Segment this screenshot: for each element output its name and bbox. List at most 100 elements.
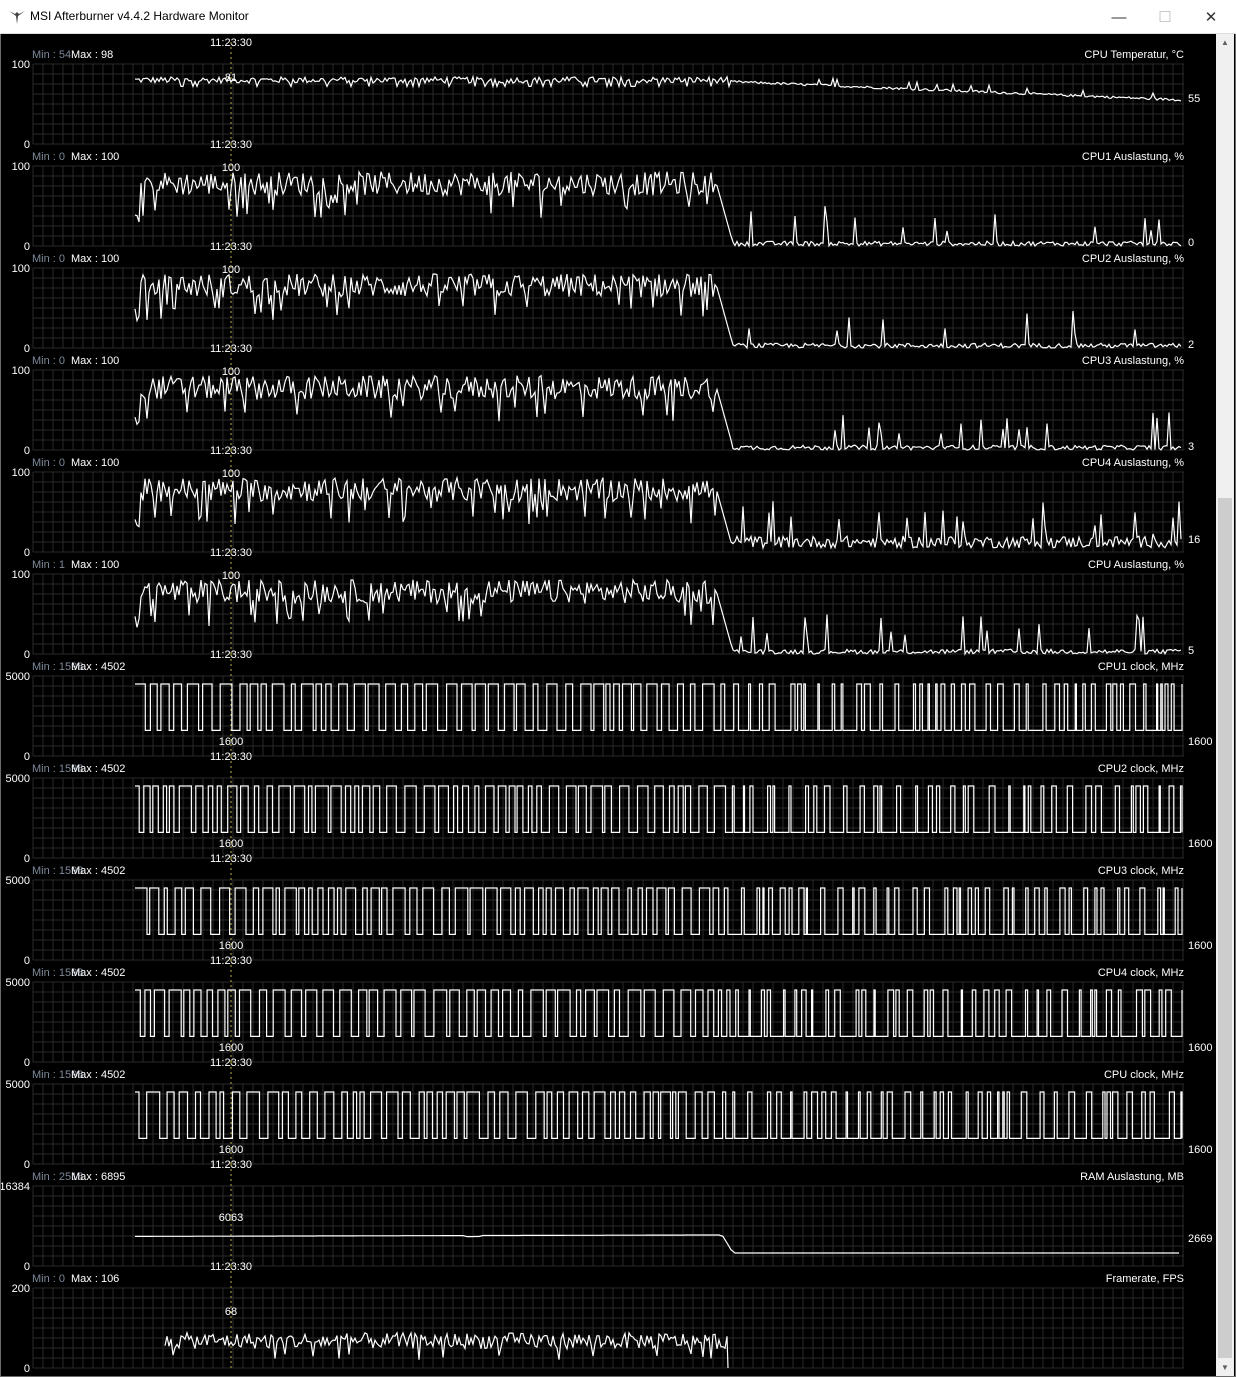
scale-bottom-label: 0 <box>24 1261 30 1273</box>
time-label: 11:23:30 <box>210 37 252 49</box>
current-value-label: 0 <box>1188 237 1194 249</box>
scale-top-label: 100 <box>12 161 30 173</box>
time-label: 11:23:30 <box>210 547 252 559</box>
graph-cpu3-usage <box>32 348 1184 452</box>
scale-bottom-label: 0 <box>24 649 30 661</box>
arrow-down-icon: ▼ <box>1221 1363 1229 1372</box>
maximize-button[interactable]: ☐ <box>1142 0 1188 34</box>
current-value-label: 1600 <box>1188 736 1212 748</box>
graph-grid <box>32 675 1184 757</box>
scale-top-label: 100 <box>12 569 30 581</box>
scale-bottom-label: 0 <box>24 139 30 151</box>
scroll-up-button[interactable]: ▲ <box>1216 34 1234 51</box>
time-label: 11:23:30 <box>210 649 252 661</box>
graph-title: CPU Temperatur, °C <box>1084 49 1184 61</box>
min-value-label: Min : 54 <box>32 49 71 61</box>
min-value-label: Min : 1 <box>32 559 65 571</box>
graph-grid <box>32 1287 1184 1369</box>
cursor-value-label: 68 <box>225 1306 237 1318</box>
scale-top-label: 100 <box>12 365 30 377</box>
current-value-label: 55 <box>1188 93 1200 105</box>
scale-top-label: 100 <box>12 59 30 71</box>
series-line-cpu2-clock <box>135 785 1183 833</box>
max-value-label: Max : 4502 <box>71 763 125 775</box>
current-value-label: 1600 <box>1188 1144 1212 1156</box>
close-button[interactable]: ✕ <box>1188 0 1234 34</box>
graph-cpu-clock <box>32 1062 1184 1165</box>
graph-title: Framerate, FPS <box>1106 1273 1184 1285</box>
cursor-value-label: 1600 <box>219 838 243 850</box>
max-value-label: Max : 100 <box>71 457 119 469</box>
graph-title: CPU4 Auslastung, % <box>1082 457 1184 469</box>
max-value-label: Max : 4502 <box>71 967 125 979</box>
time-label: 11:23:30 <box>210 1057 252 1069</box>
cursor-value-label: 100 <box>222 162 240 174</box>
graph-title: CPU3 Auslastung, % <box>1082 355 1184 367</box>
graph-title: CPU1 clock, MHz <box>1098 661 1184 673</box>
cursor-value-label: 100 <box>222 468 240 480</box>
scale-bottom-label: 0 <box>24 751 30 763</box>
current-value-label: 1600 <box>1188 1042 1212 1054</box>
cursor-value-label: 81 <box>225 72 237 84</box>
current-value-label: 1600 <box>1188 940 1212 952</box>
graph-grid <box>32 777 1184 859</box>
cursor-value-label: 6063 <box>219 1212 243 1224</box>
cursor-value-label: 1600 <box>219 940 243 952</box>
graph-title: CPU Auslastung, % <box>1088 559 1184 571</box>
graph-cpu-temp <box>32 42 1184 145</box>
graph-ram-usage <box>32 1164 1184 1267</box>
title-bar: MSI Afterburner v4.4.2 Hardware Monitor … <box>0 0 1236 34</box>
graph-title: CPU3 clock, MHz <box>1098 865 1184 877</box>
maximize-icon: ☐ <box>1158 9 1172 26</box>
scale-top-label: 5000 <box>6 671 30 683</box>
graph-cpu1-usage <box>32 144 1184 249</box>
graph-title: RAM Auslastung, MB <box>1080 1171 1184 1183</box>
min-value-label: Min : 0 <box>32 1273 65 1285</box>
graph-cpu1-clock <box>32 654 1184 757</box>
max-value-label: Max : 100 <box>71 151 119 163</box>
time-label: 11:23:30 <box>210 955 252 967</box>
graph-title: CPU clock, MHz <box>1104 1069 1184 1081</box>
time-label: 11:23:30 <box>210 241 252 253</box>
graph-grid <box>32 573 1184 655</box>
graph-cpu2-usage <box>32 246 1184 350</box>
series-line-cpu4-clock <box>135 989 1183 1037</box>
max-value-label: Max : 4502 <box>71 661 125 673</box>
max-value-label: Max : 100 <box>71 559 119 571</box>
scroll-down-button[interactable]: ▼ <box>1216 1359 1234 1376</box>
series-line-cpu-usage <box>134 577 1182 656</box>
max-value-label: Max : 4502 <box>71 865 125 877</box>
scale-top-label: 5000 <box>6 977 30 989</box>
scale-top-label: 100 <box>12 467 30 479</box>
scale-bottom-label: 0 <box>24 1057 30 1069</box>
scale-bottom-label: 0 <box>24 343 30 355</box>
scrollbar-thumb[interactable] <box>1218 498 1232 1358</box>
scale-top-label: 5000 <box>6 773 30 785</box>
max-value-label: Max : 4502 <box>71 1069 125 1081</box>
graph-cpu4-clock <box>32 960 1184 1063</box>
minimize-button[interactable]: — <box>1096 0 1142 34</box>
time-label: 11:23:30 <box>210 1159 252 1171</box>
cursor-value-label: 100 <box>222 264 240 276</box>
min-value-label: Min : 0 <box>32 457 65 469</box>
graph-cpu-usage <box>32 552 1184 656</box>
cursor-value-label: 100 <box>222 570 240 582</box>
min-value-label: Min : 0 <box>32 151 65 163</box>
graph-title: CPU1 Auslastung, % <box>1082 151 1184 163</box>
time-label: 11:23:30 <box>210 1261 252 1273</box>
vertical-scrollbar[interactable]: ▲ ▼ <box>1216 34 1234 1376</box>
graph-grid <box>32 1185 1184 1267</box>
graph-grid <box>32 63 1184 145</box>
afterburner-logo-icon <box>9 11 25 24</box>
scale-bottom-label: 0 <box>24 955 30 967</box>
max-value-label: Max : 98 <box>71 49 113 61</box>
scale-top-label: 16384 <box>1 1181 30 1193</box>
max-value-label: Max : 6895 <box>71 1171 125 1183</box>
series-line-cpu-temp <box>134 74 1182 102</box>
series-line-cpu2-usage <box>134 272 1182 350</box>
monitor-graphs: Min : 54 Max : 98 CPU Temperatur, °C 100 0 11… <box>1 37 1212 1375</box>
scale-top-label: 200 <box>12 1283 30 1295</box>
scale-bottom-label: 0 <box>24 547 30 559</box>
time-label: 11:23:30 <box>210 751 252 763</box>
scale-top-label: 5000 <box>6 1079 30 1091</box>
